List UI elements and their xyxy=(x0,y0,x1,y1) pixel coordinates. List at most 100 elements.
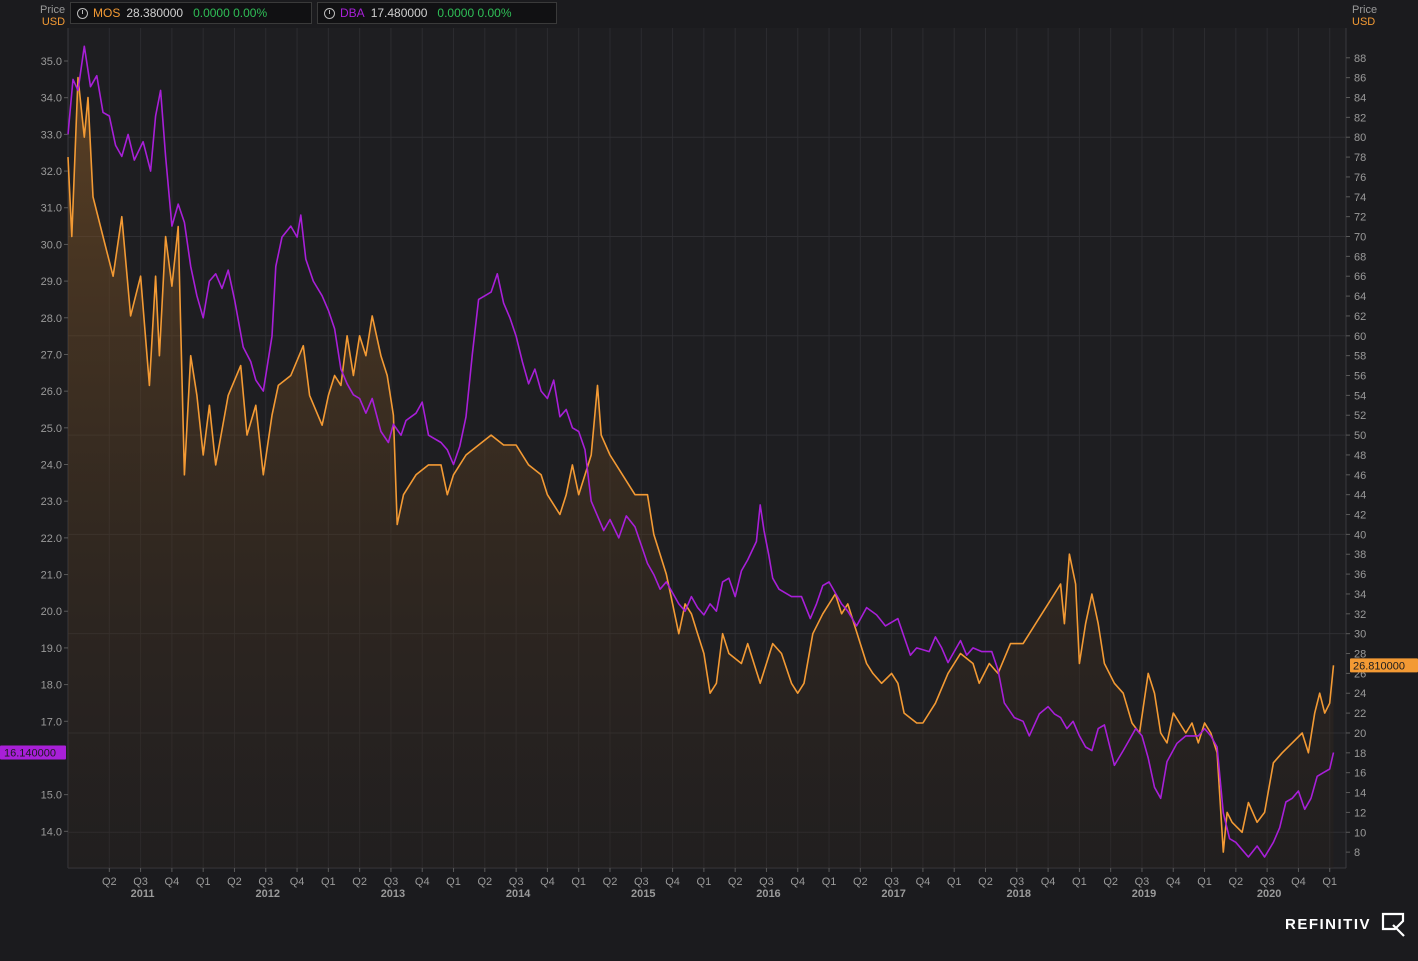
x-tick-label: Q1 xyxy=(571,876,586,888)
left-tick-label: 18.0 xyxy=(41,680,62,692)
legend-mos[interactable]: MOS 28.380000 0.0000 0.00% xyxy=(70,2,312,24)
x-tick-label: Q4 xyxy=(665,876,680,888)
right-tick-label: 32 xyxy=(1354,609,1366,621)
x-year-label: 2019 xyxy=(1132,888,1156,900)
x-tick-label: Q2 xyxy=(603,876,618,888)
right-tick-label: 36 xyxy=(1354,569,1366,581)
right-tick-label: 46 xyxy=(1354,470,1366,482)
right-tick-label: 56 xyxy=(1354,371,1366,383)
right-tick-label: 8 xyxy=(1354,847,1360,859)
left-tick-label: 34.0 xyxy=(41,93,62,105)
right-tick-label: 54 xyxy=(1354,390,1366,402)
x-tick-label: Q2 xyxy=(1229,876,1244,888)
right-tick-label: 84 xyxy=(1354,93,1366,105)
x-tick-label: Q4 xyxy=(415,876,430,888)
left-axis-title: Price USD xyxy=(40,4,65,28)
x-tick-label: Q3 xyxy=(1260,876,1275,888)
right-tick-label: 80 xyxy=(1354,132,1366,144)
x-tick-label: Q4 xyxy=(790,876,805,888)
brand-logo-text: REFINITIV xyxy=(1285,916,1372,933)
left-tick-label: 27.0 xyxy=(41,349,62,361)
right-tick-label: 68 xyxy=(1354,251,1366,263)
x-tick-label: Q3 xyxy=(258,876,273,888)
legend-dba-value: 17.480000 xyxy=(370,6,428,20)
last-value-text-dba: 16.140000 xyxy=(4,747,56,759)
left-tick-label: 30.0 xyxy=(41,239,62,251)
x-tick-label: Q4 xyxy=(165,876,180,888)
x-tick-label: Q1 xyxy=(1322,876,1337,888)
x-year-label: 2013 xyxy=(381,888,405,900)
right-tick-label: 20 xyxy=(1354,728,1366,740)
legend-dba-symbol: DBA xyxy=(340,6,365,20)
left-tick-label: 29.0 xyxy=(41,276,62,288)
x-tick-label: Q2 xyxy=(477,876,492,888)
x-year-label: 2020 xyxy=(1257,888,1281,900)
left-tick-label: 20.0 xyxy=(41,606,62,618)
right-tick-label: 78 xyxy=(1354,152,1366,164)
x-tick-label: Q2 xyxy=(1103,876,1118,888)
legend-mos-value: 28.380000 xyxy=(126,6,184,20)
x-tick-label: Q3 xyxy=(634,876,649,888)
x-tick-label: Q1 xyxy=(697,876,712,888)
x-tick-label: Q1 xyxy=(947,876,962,888)
left-axis-title-line1: Price xyxy=(40,4,66,16)
right-tick-label: 76 xyxy=(1354,172,1366,184)
left-tick-label: 32.0 xyxy=(41,166,62,178)
x-tick-label: Q4 xyxy=(1166,876,1181,888)
x-tick-label: Q4 xyxy=(1291,876,1306,888)
right-axis-title-line1: Price xyxy=(1352,4,1378,16)
x-tick-label: Q4 xyxy=(916,876,931,888)
clock-icon xyxy=(324,7,335,19)
left-tick-label: 26.0 xyxy=(41,386,62,398)
x-tick-label: Q3 xyxy=(133,876,148,888)
legend-mos-symbol: MOS xyxy=(93,6,121,20)
right-tick-label: 24 xyxy=(1354,688,1366,700)
right-tick-label: 70 xyxy=(1354,232,1366,244)
right-tick-label: 38 xyxy=(1354,549,1366,561)
x-tick-label: Q2 xyxy=(227,876,242,888)
right-tick-label: 66 xyxy=(1354,271,1366,283)
x-tick-label: Q2 xyxy=(978,876,993,888)
x-tick-label: Q1 xyxy=(446,876,461,888)
left-tick-label: 33.0 xyxy=(41,129,62,141)
x-tick-label: Q4 xyxy=(540,876,555,888)
left-tick-label: 22.0 xyxy=(41,533,62,545)
right-tick-label: 12 xyxy=(1354,807,1366,819)
left-tick-label: 15.0 xyxy=(41,790,62,802)
x-tick-label: Q3 xyxy=(759,876,774,888)
x-tick-label: Q1 xyxy=(1197,876,1212,888)
right-tick-label: 44 xyxy=(1354,490,1366,502)
right-tick-label: 22 xyxy=(1354,708,1366,720)
right-tick-label: 50 xyxy=(1354,430,1366,442)
clock-icon xyxy=(77,7,88,19)
x-tick-label: Q2 xyxy=(853,876,868,888)
left-tick-label: 24.0 xyxy=(41,460,62,472)
x-tick-label: Q4 xyxy=(290,876,305,888)
x-tick-label: Q3 xyxy=(509,876,524,888)
price-chart[interactable]: 14.0 15.0 17.0 18.0 19.0 20.0 21.0 22.0 23.0 24.0… xyxy=(0,0,1418,961)
last-value-text-mos: 26.810000 xyxy=(1353,660,1405,672)
x-year-label: 2014 xyxy=(506,888,531,900)
left-tick-label: 23.0 xyxy=(41,496,62,508)
x-year-label: 2015 xyxy=(631,888,655,900)
right-tick-label: 30 xyxy=(1354,629,1366,641)
right-axis-title-line2: USD xyxy=(1352,16,1376,28)
right-tick-label: 16 xyxy=(1354,768,1366,780)
left-tick-label: 31.0 xyxy=(41,203,62,215)
right-tick-label: 48 xyxy=(1354,450,1366,462)
x-tick-label: Q3 xyxy=(884,876,899,888)
legend-dba[interactable]: DBA 17.480000 0.0000 0.00% xyxy=(317,2,557,24)
right-tick-label: 58 xyxy=(1354,351,1366,363)
right-tick-label: 86 xyxy=(1354,73,1366,85)
right-tick-label: 14 xyxy=(1354,788,1366,800)
left-tick-label: 19.0 xyxy=(41,643,62,655)
x-year-label: 2017 xyxy=(881,888,905,900)
x-year-label: 2011 xyxy=(131,888,155,900)
left-tick-label: 35.0 xyxy=(41,56,62,68)
x-tick-label: Q4 xyxy=(1041,876,1056,888)
x-tick-label: Q1 xyxy=(1072,876,1087,888)
legend-dba-pct: 0.00% xyxy=(477,6,512,20)
x-year-label: 2012 xyxy=(256,888,280,900)
x-tick-label: Q2 xyxy=(102,876,117,888)
right-axis-title: Price USD xyxy=(1352,4,1377,28)
